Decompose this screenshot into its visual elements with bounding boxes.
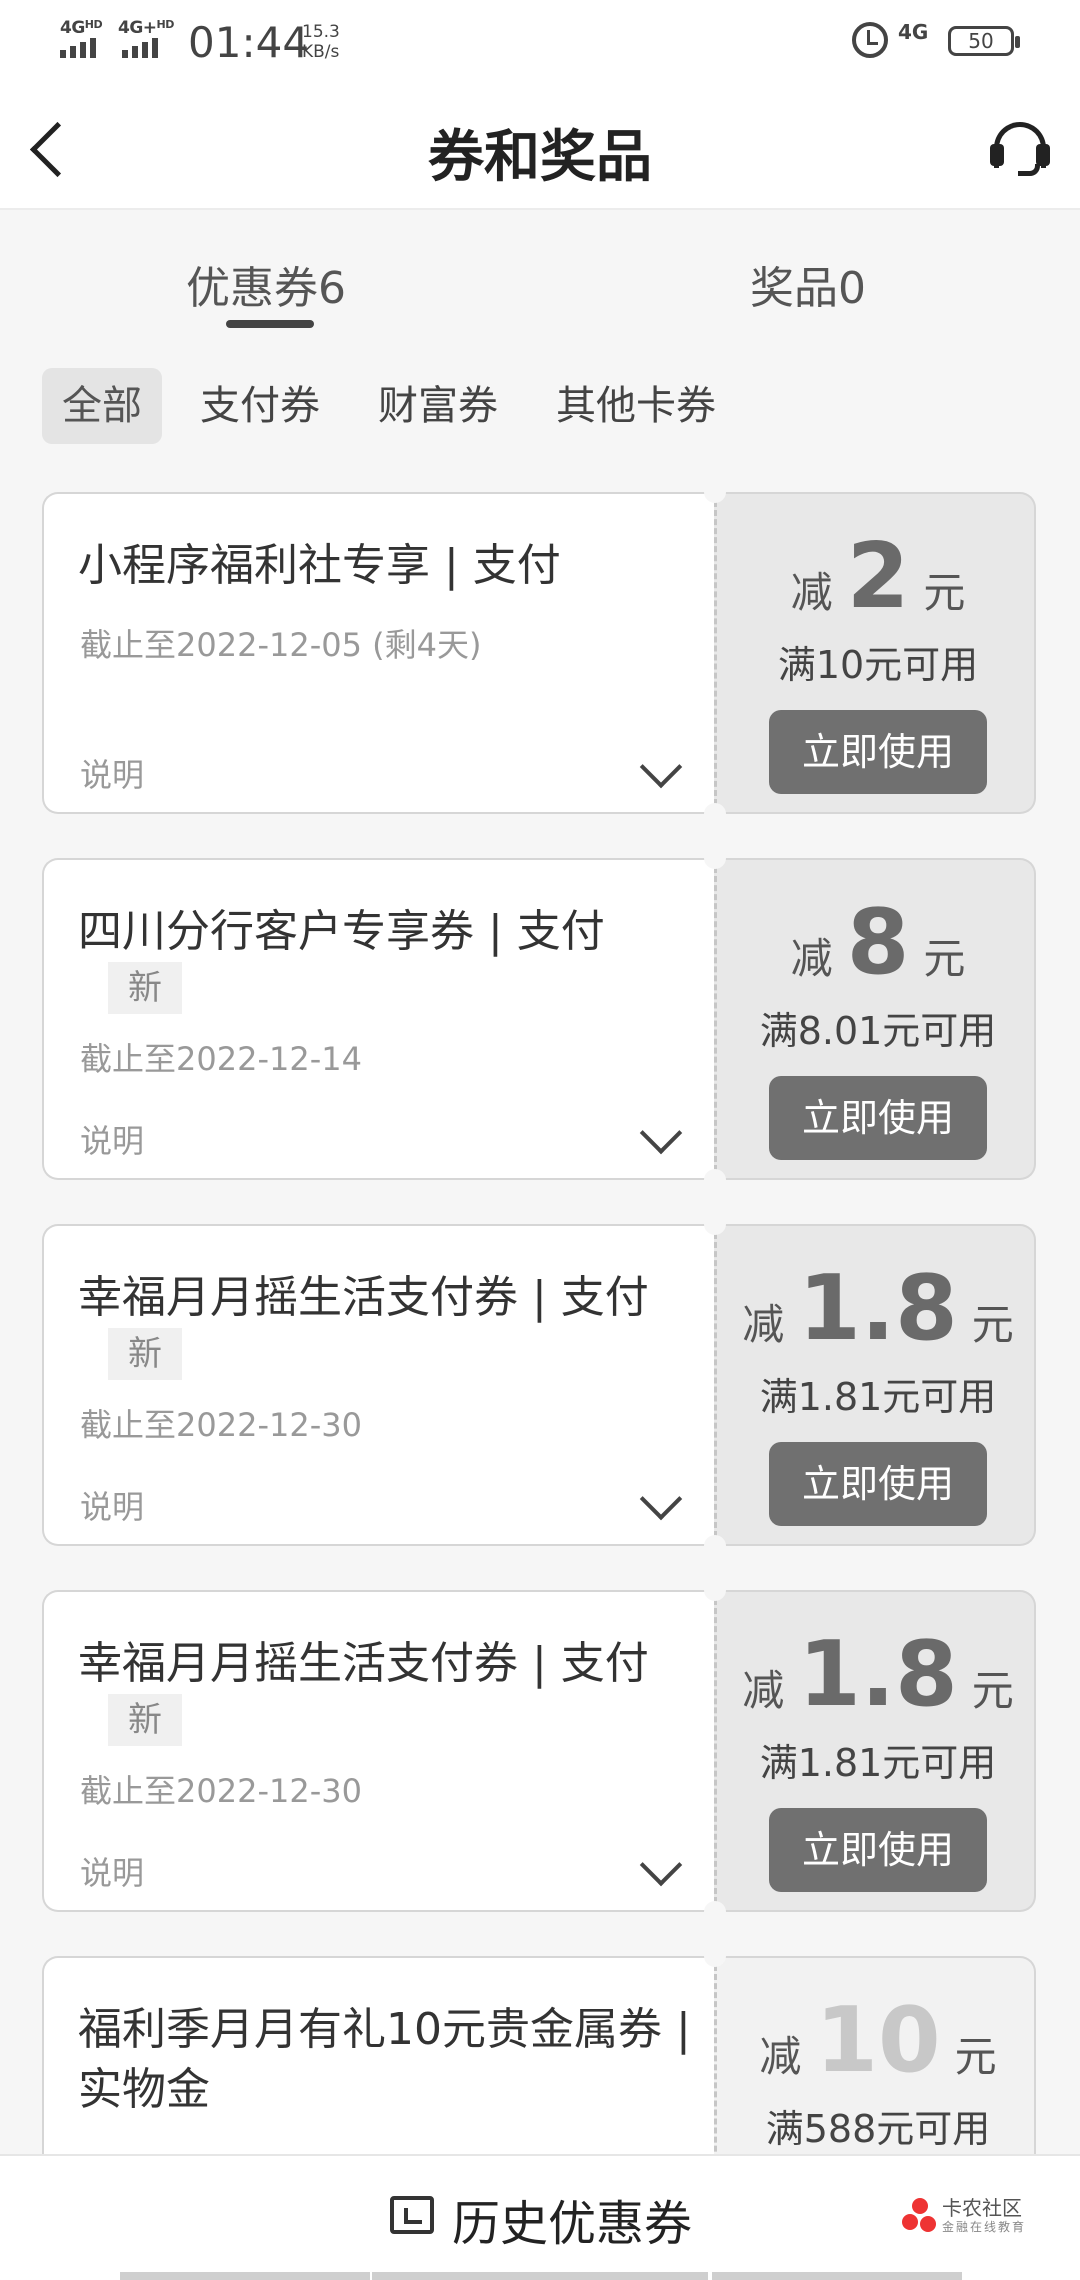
coupon-amount-value: 2	[846, 524, 910, 629]
coupon-note-label[interactable]: 说明	[80, 1482, 144, 1528]
chevron-down-icon[interactable]	[639, 1111, 683, 1155]
clock: 01:44	[188, 18, 310, 67]
coupon-title: 幸福月月摇生活支付券 | 支付	[78, 1272, 649, 1323]
tab-bar: 优惠券6 奖品0	[0, 210, 1080, 336]
coupon-value-panel: 减 1.8 元 满1.81元可用 立即使用	[714, 1590, 1036, 1912]
network-speed-unit: KB/s	[302, 42, 340, 62]
coupon-expiry: 截止至2022-12-30	[80, 1772, 362, 1810]
coupon-amount-unit: 元	[923, 568, 966, 617]
filter-chip-all[interactable]: 全部	[42, 368, 162, 444]
status-bar: 4GHD 4G+HD 01:44 15.3 KB/s 4G 50	[0, 0, 1080, 84]
new-badge: 新	[108, 1328, 182, 1380]
signal-bars-2-icon	[122, 38, 158, 58]
use-now-button[interactable]: 立即使用	[769, 1808, 987, 1892]
chevron-down-icon[interactable]	[639, 1477, 683, 1521]
coupon-amount-value: 8	[846, 890, 910, 995]
network-type: 4G	[898, 20, 929, 44]
coupon-cut-label: 减	[790, 934, 833, 983]
coupon-value-panel: 减2元 满10元可用 立即使用	[714, 492, 1036, 814]
coupon-info: 幸福月月摇生活支付券 | 支付 新 截止至2022-12-30 说明	[42, 1590, 714, 1912]
coupon-amount: 减 1.8 元	[717, 1256, 1039, 1361]
signal-label-1: 4GHD	[60, 18, 103, 38]
signal-bars-1-icon	[60, 38, 96, 58]
filter-chips: 全部 支付券 财富券 其他卡券	[0, 336, 1080, 486]
coupon-expiry: 截止至2022-12-14	[80, 1040, 362, 1078]
battery-level: 50	[968, 29, 994, 53]
coupon-amount: 减8元	[717, 890, 1039, 995]
coupon-info: 幸福月月摇生活支付券 | 支付 新 截止至2022-12-30 说明	[42, 1224, 714, 1546]
history-coupons-button[interactable]: 历史优惠券	[452, 2184, 692, 2254]
bottom-bar: 历史优惠券 卡农社区 金融在线教育	[0, 2154, 1080, 2280]
tab-coupons[interactable]: 优惠券6	[186, 252, 346, 316]
coupon-card: 小程序福利社专享 | 支付 截止至2022-12-05 (剩4天) 说明 减2元…	[42, 481, 1036, 825]
filter-chip-payment[interactable]: 支付券	[180, 368, 340, 444]
new-badge: 新	[108, 962, 182, 1014]
coupon-amount-unit: 元	[923, 934, 966, 983]
watermark-name: 卡农社区	[942, 2196, 1022, 2220]
customer-service-headset-icon[interactable]	[990, 118, 1050, 178]
filter-chip-wealth[interactable]: 财富券	[358, 368, 518, 444]
watermark-subtitle: 金融在线教育	[942, 2220, 1027, 2234]
coupon-card: 四川分行客户专享券 | 支付 新 截止至2022-12-14 说明 减8元 满8…	[42, 847, 1036, 1191]
nav-strip	[372, 2272, 708, 2280]
signal-label-2: 4G+HD	[118, 18, 174, 38]
coupon-cut-label: 减	[790, 568, 833, 617]
coupon-amount-value: 10	[815, 1988, 941, 2093]
coupon-amount-unit: 元	[971, 1300, 1014, 1349]
coupon-expiry: 截止至2022-12-30	[80, 1406, 362, 1444]
coupon-amount-unit: 元	[954, 2032, 997, 2081]
coupon-note-label[interactable]: 说明	[80, 750, 144, 796]
watermark-logo-icon	[900, 2196, 940, 2236]
chevron-down-icon[interactable]	[639, 745, 683, 789]
ticket-icon[interactable]	[390, 2196, 434, 2234]
coupon-cut-label: 减	[759, 2032, 802, 2081]
coupon-condition: 满10元可用	[777, 643, 979, 687]
use-now-button[interactable]: 立即使用	[769, 710, 987, 794]
use-now-button[interactable]: 立即使用	[769, 1442, 987, 1526]
coupon-cut-label: 减	[742, 1300, 785, 1349]
coupon-amount-value: 1.8	[798, 1622, 958, 1727]
coupon-card: 幸福月月摇生活支付券 | 支付 新 截止至2022-12-30 说明 减 1.8 元…	[42, 1213, 1036, 1557]
coupon-amount: 减 1.8 元	[717, 1622, 1039, 1727]
coupon-condition: 满1.81元可用	[759, 1741, 997, 1785]
network-speed-value: 15.3	[302, 22, 340, 42]
alarm-icon	[852, 22, 888, 58]
coupon-condition: 满8.01元可用	[759, 1009, 997, 1053]
chevron-down-icon[interactable]	[639, 1843, 683, 1887]
coupon-amount-unit: 元	[971, 1666, 1014, 1715]
coupon-title: 四川分行客户专享券 | 支付	[78, 906, 605, 957]
coupon-amount: 减 10 元	[717, 1988, 1039, 2093]
filter-chip-other-cards[interactable]: 其他卡券	[536, 368, 736, 444]
new-badge: 新	[108, 1694, 182, 1746]
network-speed: 15.3 KB/s	[302, 22, 340, 62]
nav-strip	[120, 2272, 370, 2280]
coupon-note-label[interactable]: 说明	[80, 1116, 144, 1162]
coupon-condition: 满1.81元可用	[759, 1375, 997, 1419]
coupon-note-label[interactable]: 说明	[80, 1848, 144, 1894]
app-header: 券和奖品	[0, 84, 1080, 210]
tab-prizes[interactable]: 奖品0	[750, 252, 866, 316]
coupon-title: 小程序福利社专享 | 支付	[78, 540, 561, 591]
coupon-cut-label: 减	[742, 1666, 785, 1715]
coupon-condition: 满588元可用	[765, 2107, 991, 2151]
coupon-expiry: 截止至2022-12-05 (剩4天)	[80, 626, 482, 664]
coupon-card: 幸福月月摇生活支付券 | 支付 新 截止至2022-12-30 说明 减 1.8 元…	[42, 1579, 1036, 1923]
nav-strip	[712, 2272, 962, 2280]
coupon-title: 福利季月月有礼10元贵金属券 | 实物金	[78, 2004, 691, 2115]
coupon-info: 四川分行客户专享券 | 支付 新 截止至2022-12-14 说明	[42, 858, 714, 1180]
coupon-value-panel: 减8元 满8.01元可用 立即使用	[714, 858, 1036, 1180]
battery-icon: 50	[948, 26, 1020, 56]
coupon-amount: 减2元	[717, 524, 1039, 629]
coupon-amount-value: 1.8	[798, 1256, 958, 1361]
page-title: 券和奖品	[428, 125, 652, 190]
coupon-value-panel: 减 1.8 元 满1.81元可用 立即使用	[714, 1224, 1036, 1546]
coupon-info: 小程序福利社专享 | 支付 截止至2022-12-05 (剩4天) 说明	[42, 492, 714, 814]
use-now-button[interactable]: 立即使用	[769, 1076, 987, 1160]
coupon-title: 幸福月月摇生活支付券 | 支付	[78, 1638, 649, 1689]
active-tab-indicator	[226, 320, 314, 328]
